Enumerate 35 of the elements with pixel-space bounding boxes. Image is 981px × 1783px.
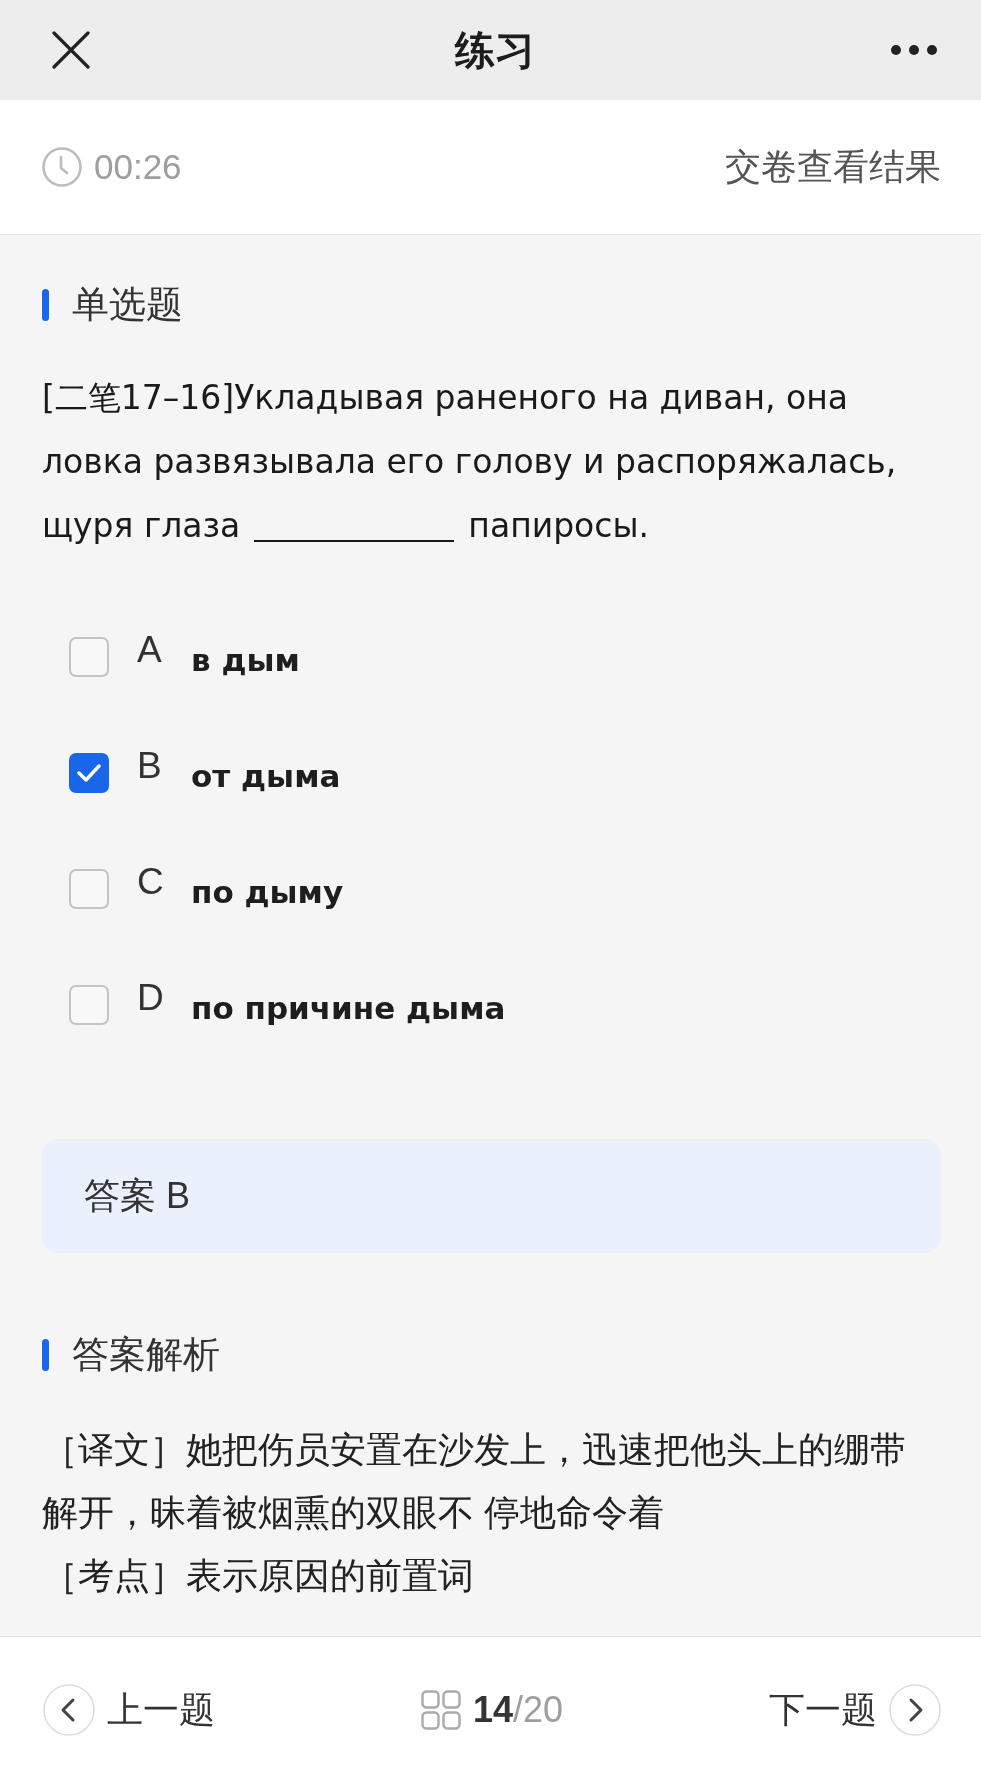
option-text: в дым	[191, 641, 300, 680]
section-heading: 答案解析	[72, 1335, 220, 1375]
analysis-text: ［考点］表示原因的前置词	[42, 1554, 475, 1598]
close-button[interactable]	[52, 31, 90, 69]
next-button[interactable]: 下一题	[769, 1684, 941, 1736]
option-letter: C	[137, 860, 165, 904]
close-icon	[52, 31, 90, 69]
timer-text: 00:26	[94, 147, 182, 187]
question-text: [二笔17–16]Укладывая раненого на диван, она ловка развязывала его голову и распоряжалась, щуря глаза папиросы.	[42, 377, 898, 547]
grid-icon	[420, 1690, 461, 1730]
answer-sheet-button[interactable]: 14/20	[420, 1689, 564, 1731]
check-icon	[77, 764, 101, 782]
more-button[interactable]	[891, 45, 937, 55]
option-checkbox[interactable]	[69, 985, 109, 1025]
option-text: по дыму	[191, 873, 344, 912]
heading-bar-icon	[42, 289, 49, 321]
option-letter: D	[137, 976, 165, 1020]
more-icon	[891, 45, 937, 55]
submit-link[interactable]: 交卷查看结果	[725, 145, 941, 189]
option-checkbox[interactable]	[69, 753, 109, 793]
answer-box: 答案 B	[42, 1139, 941, 1253]
heading-bar-icon	[42, 1339, 49, 1371]
section-heading: 单选题	[72, 285, 183, 325]
option-checkbox[interactable]	[69, 869, 109, 909]
option-letter: B	[137, 744, 163, 788]
prev-button[interactable]: 上一题	[43, 1684, 215, 1736]
chevron-left-icon	[43, 1684, 95, 1736]
analysis-text: ［译文］她把伤员安置在沙发上，迅速把他头上的绷带解开，昧着被烟熏的双眼不 停地命令着	[42, 1428, 907, 1535]
page-title: 练习	[454, 27, 535, 74]
chevron-right-icon	[889, 1684, 941, 1736]
option-letter: A	[137, 628, 163, 672]
option-text: от дыма	[191, 757, 341, 796]
option-text: по причине дыма	[191, 989, 506, 1028]
clock-icon	[42, 147, 82, 187]
option-checkbox[interactable]	[69, 637, 109, 677]
